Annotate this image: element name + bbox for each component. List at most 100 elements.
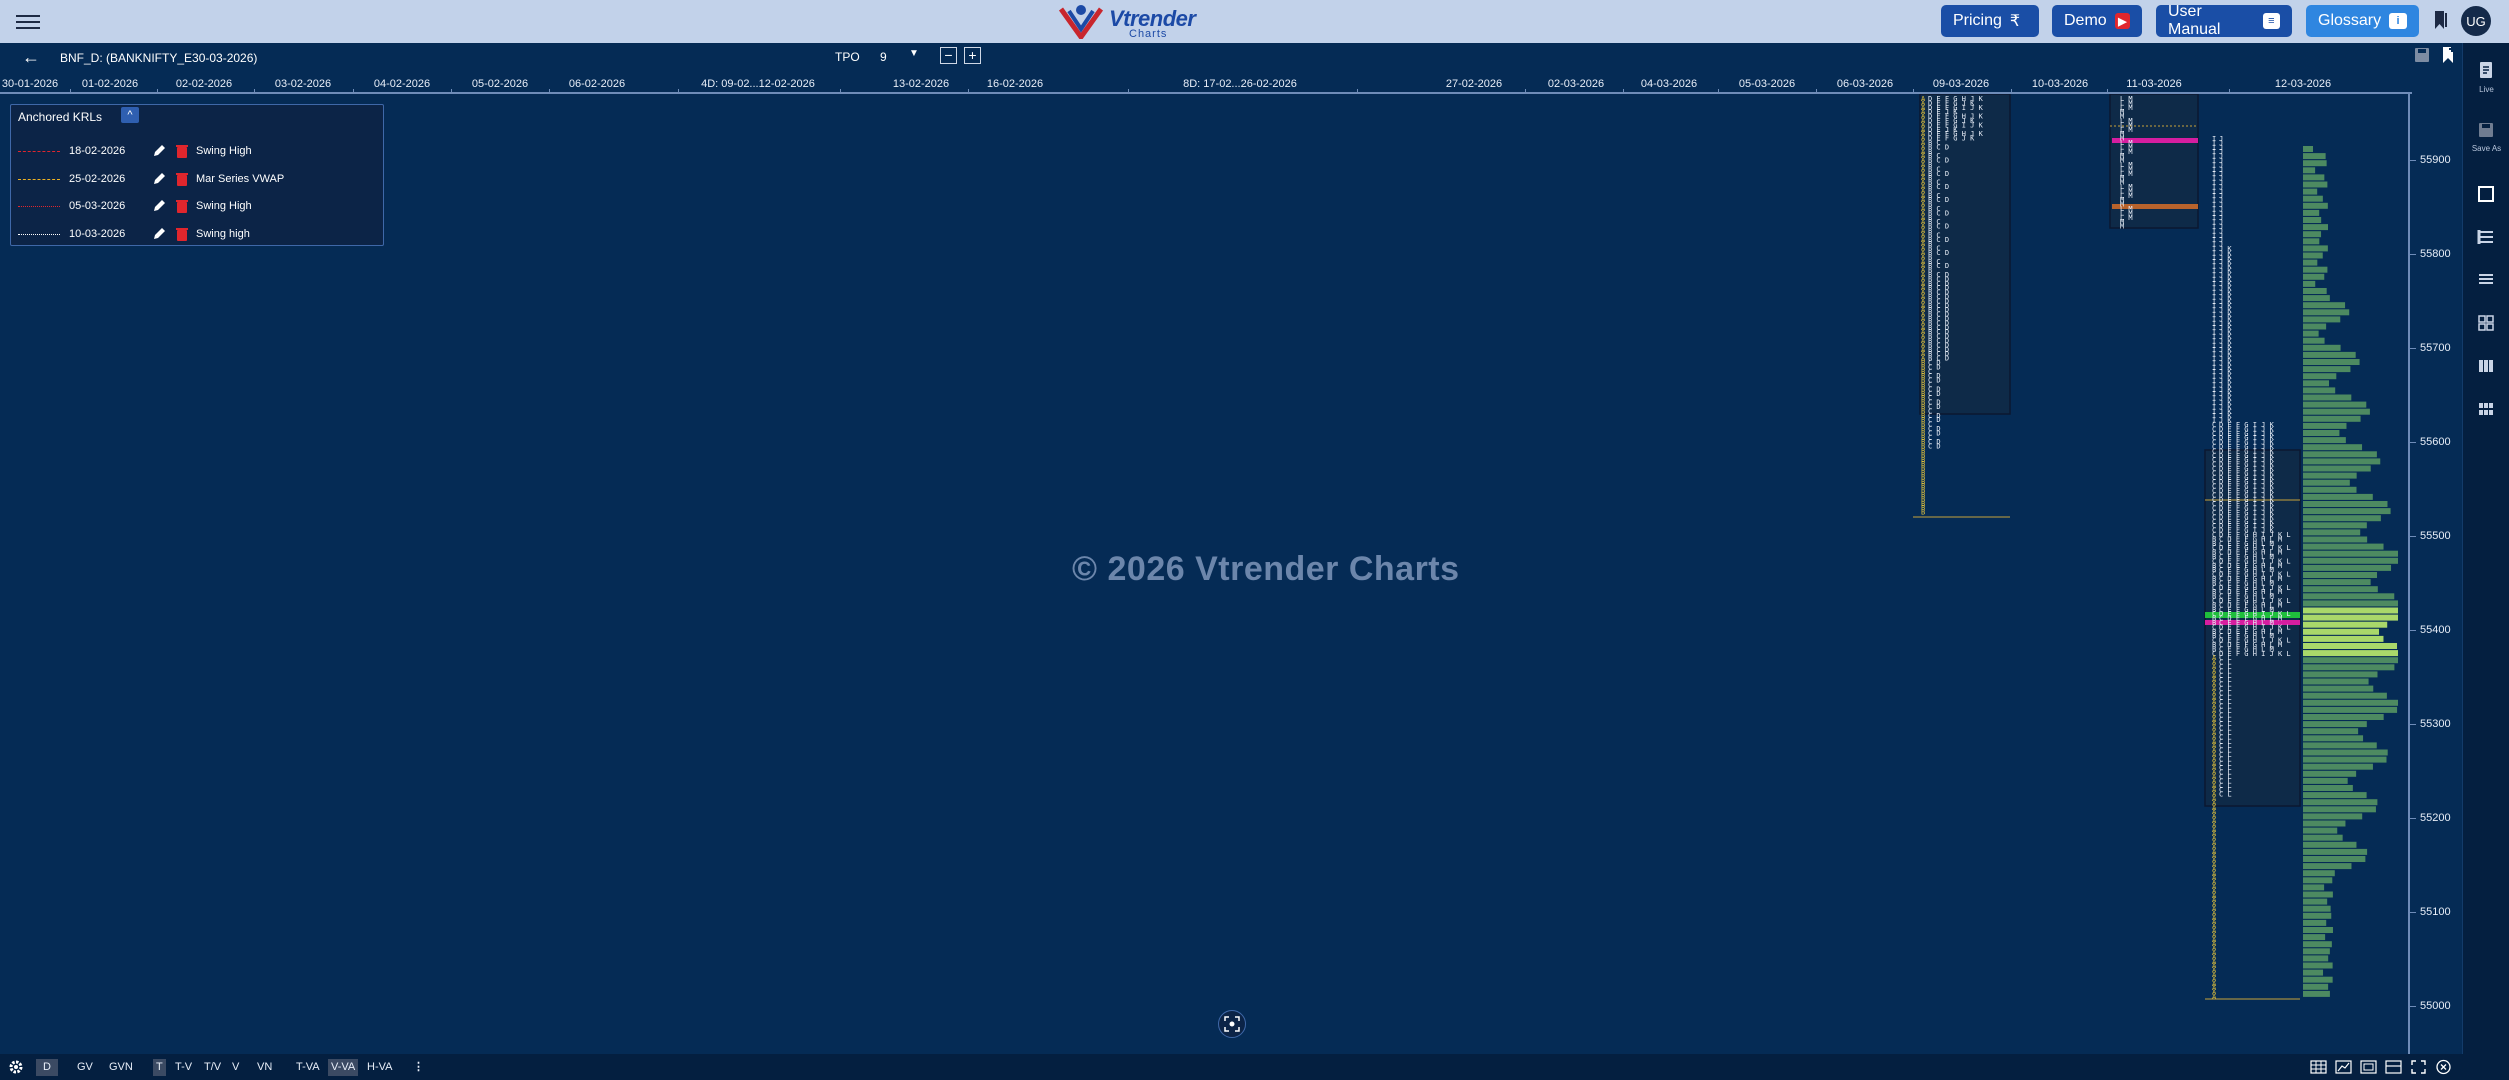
mode-vn-button[interactable]: VN [254, 1059, 275, 1076]
info-icon: i [2389, 13, 2407, 29]
price-axis-label: 55900 [2420, 154, 2451, 166]
focus-icon [1224, 1016, 1240, 1032]
mode-t-button[interactable]: T [153, 1059, 166, 1076]
mode-h-va-button[interactable]: H-VA [364, 1059, 395, 1076]
volume-histogram-bar [2303, 650, 2398, 657]
multi-grid-icon[interactable] [2477, 400, 2495, 418]
vtrender-logo[interactable]: Vtrender Charts [1057, 3, 1196, 42]
volume-histogram-bar [2303, 508, 2391, 515]
krl-date: 05-03-2026 [69, 200, 126, 213]
volume-histogram-bar [2303, 621, 2388, 628]
back-arrow-icon[interactable]: ← [22, 48, 40, 66]
tpo-label: TPO [835, 50, 860, 64]
mode-t-v-button[interactable]: T-V [172, 1059, 195, 1076]
mode-t-va-button[interactable]: T-VA [293, 1059, 323, 1076]
pencil-icon[interactable] [151, 198, 167, 214]
krl-title: Anchored KRLs [18, 110, 103, 124]
panel-icon[interactable] [2385, 1059, 2402, 1075]
mode-d-button[interactable]: D [36, 1059, 58, 1076]
volume-histogram-bar [2303, 217, 2322, 223]
volume-histogram-bar [2303, 323, 2327, 330]
date-axis-label: 8D: 17-02...26-02-2026 [1183, 78, 1297, 90]
date-axis-label: 4D: 09-02...12-02-2026 [701, 78, 815, 90]
price-tick [2410, 536, 2416, 537]
menu-icon[interactable] [16, 11, 40, 31]
more-options-icon[interactable]: ⋮ [410, 1059, 427, 1076]
table-icon[interactable] [2310, 1059, 2327, 1075]
save-icon[interactable] [2414, 47, 2430, 63]
trash-icon[interactable] [175, 172, 189, 187]
bookmarks-icon[interactable] [2434, 10, 2448, 30]
volume-histogram-bar [2303, 848, 2368, 855]
list-layout-icon[interactable] [2477, 228, 2495, 246]
line-chart-icon[interactable] [2335, 1059, 2352, 1075]
chevron-down-icon[interactable]: ▼ [909, 48, 919, 59]
rows-layout-icon[interactable] [2477, 271, 2495, 289]
user-avatar[interactable]: UG [2461, 6, 2491, 36]
mode-gv-button[interactable]: GV [74, 1059, 96, 1076]
krl-line-sample [18, 233, 60, 235]
save-as-icon[interactable] [2477, 121, 2495, 139]
pricing-label: Pricing [1953, 12, 2002, 29]
glossary-button[interactable]: Glossary i [2306, 5, 2419, 37]
volume-histogram-bar [2303, 706, 2398, 713]
date-axis-label: 10-03-2026 [2031, 78, 2089, 90]
volume-histogram-bar [2303, 763, 2373, 770]
volume-histogram-bar [2303, 380, 2330, 387]
gallery-icon[interactable] [2360, 1059, 2377, 1075]
close-circle-icon[interactable] [2435, 1059, 2452, 1075]
bookmark-add-icon[interactable] [2442, 46, 2456, 64]
collapse-toggle[interactable]: ^ [121, 107, 139, 123]
volume-histogram-bar [2303, 841, 2357, 848]
volume-histogram-bar [2303, 813, 2363, 820]
live-icon[interactable] [2477, 61, 2495, 79]
expand-icon[interactable] [2410, 1059, 2427, 1075]
trash-icon[interactable] [175, 199, 189, 214]
logo-subtext: Charts [1129, 28, 1168, 40]
price-tick [2410, 912, 2416, 913]
volume-histogram-bar [2303, 721, 2367, 728]
krl-row[interactable]: 25-02-2026 Mar Series VWAP [11, 170, 383, 190]
mode-v-va-button[interactable]: V-VA [328, 1059, 359, 1076]
volume-histogram-bar [2303, 465, 2371, 472]
price-axis-label: 55800 [2420, 248, 2451, 260]
mode-v-button[interactable]: V [229, 1059, 242, 1076]
volume-histogram-bar [2303, 919, 2327, 926]
grid-layout-icon[interactable] [2477, 314, 2495, 332]
top-header: Vtrender Charts Pricing ₹ Demo ▶ User Ma… [0, 0, 2509, 43]
volume-histogram-bar [2303, 316, 2341, 323]
volume-histogram-bar [2303, 785, 2353, 791]
tpo-size-select[interactable]: 9 [880, 50, 887, 64]
volume-histogram-bar [2303, 607, 2398, 614]
volume-histogram-bar [2303, 209, 2320, 216]
single-layout-icon[interactable] [2477, 185, 2495, 203]
columns-layout-icon[interactable] [2477, 357, 2495, 375]
pencil-icon[interactable] [151, 143, 167, 159]
krl-row[interactable]: 18-02-2026 Swing High [11, 142, 383, 162]
user-manual-button[interactable]: User Manual ≡ [2156, 3, 2292, 38]
volume-histogram-bar [2303, 202, 2328, 209]
pencil-icon[interactable] [151, 171, 167, 187]
mode-t-slash-v-button[interactable]: T/V [201, 1059, 224, 1076]
zoom-out-button[interactable]: − [940, 47, 957, 64]
krl-row[interactable]: 10-03-2026 Swing high [11, 225, 383, 245]
trash-icon[interactable] [175, 144, 189, 159]
pencil-icon[interactable] [151, 226, 167, 242]
volume-histogram-bar [2303, 714, 2384, 720]
mode-gvn-button[interactable]: GVN [106, 1059, 136, 1076]
volume-histogram-bar [2303, 728, 2359, 735]
document-icon: ≡ [2262, 13, 2280, 29]
volume-histogram-bar [2303, 245, 2328, 252]
volume-histogram-bar [2303, 359, 2360, 365]
volume-histogram-bar [2303, 273, 2325, 280]
settings-gear-icon[interactable] [8, 1059, 24, 1075]
demo-button[interactable]: Demo ▶ [2052, 5, 2142, 37]
fullscreen-focus-button[interactable] [1218, 1010, 1246, 1038]
pricing-button[interactable]: Pricing ₹ [1941, 5, 2039, 37]
zoom-in-button[interactable]: + [964, 47, 981, 64]
trash-icon[interactable] [175, 227, 189, 242]
krl-row[interactable]: 05-03-2026 Swing High [11, 197, 383, 217]
krl-name: Swing High [196, 200, 252, 213]
volume-histogram-bar [2303, 777, 2348, 784]
volume-histogram-bar [2303, 195, 2323, 202]
